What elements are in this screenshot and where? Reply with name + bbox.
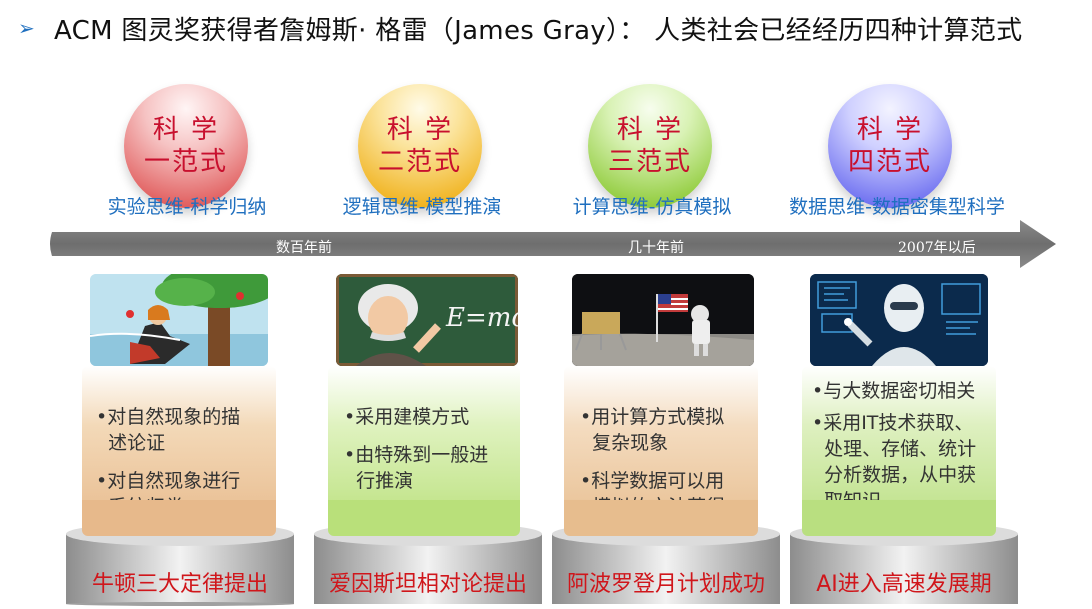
paradigm-4-bullet-2: •采用IT技术获取、 处理、存储、统计 分析数据，从中获 取知识 <box>812 412 977 512</box>
paradigm-3-panel-base <box>564 500 758 536</box>
title-row: ➢ ACM 图灵奖获得者詹姆斯· 格雷（James Gray）： 人类社会已经经… <box>18 8 1088 48</box>
paradigm-2-sphere: 科 学 二范式 <box>358 84 482 208</box>
ai-robot-photo <box>810 274 988 366</box>
bullet-arrow-icon: ➢ <box>18 16 35 40</box>
paradigm-4-sphere: 科 学 四范式 <box>828 84 952 208</box>
newton-photo <box>90 274 268 366</box>
paradigm-2-milestone: 爱因斯坦相对论提出 <box>328 572 527 597</box>
paradigm-2-line2: 二范式 <box>377 147 462 177</box>
paradigm-1-milestone: 牛顿三大定律提出 <box>91 572 268 597</box>
paradigm-1-line1: 科 学 <box>152 115 220 145</box>
page-title: ACM 图灵奖获得者詹姆斯· 格雷（James Gray）： 人类社会已经经历四… <box>54 15 1023 46</box>
paradigm-3-milestone: 阿波罗登月计划成功 <box>566 572 765 597</box>
paradigm-3-line1: 科 学 <box>616 115 684 145</box>
einstein-photo: E=mc² <box>336 274 518 366</box>
formula-text: E=mc² <box>445 303 518 333</box>
paradigm-4-line1: 科 学 <box>856 115 924 145</box>
paradigm-3-mode: 计算思维-仿真模拟 <box>572 196 732 218</box>
timeline-label-3: 2007年以后 <box>898 240 976 256</box>
paradigm-1-panel-base <box>82 500 276 536</box>
moon-landing-photo <box>572 274 754 366</box>
paradigm-4-line2: 四范式 <box>847 147 932 177</box>
paradigm-4-bullet-1: •与大数据密切相关 <box>812 380 976 402</box>
paradigm-3-sphere: 科 学 三范式 <box>588 84 712 208</box>
paradigm-2-panel-base <box>328 500 520 536</box>
paradigm-4-panel-base <box>802 500 996 536</box>
paradigm-4-mode: 数据思维-数据密集型科学 <box>789 196 1005 218</box>
paradigm-2-bullets: •采用建模方式 •由特殊到一般进 行推演 <box>344 404 520 506</box>
paradigm-2-bullet-1: •采用建模方式 <box>344 406 470 428</box>
paradigm-1-mode: 实验思维-科学归纳 <box>107 196 267 218</box>
paradigm-1-bullet-1: •对自然现象的描 述论证 <box>96 406 241 454</box>
paradigm-4-milestone: AI进入高速发展期 <box>816 572 992 597</box>
paradigm-2-line1: 科 学 <box>386 115 454 145</box>
paradigm-1-sphere: 科 学 一范式 <box>124 84 248 208</box>
paradigm-2-mode: 逻辑思维-模型推演 <box>342 196 502 218</box>
paradigm-3-line2: 三范式 <box>607 147 692 177</box>
paradigm-3-bullet-1: •用计算方式模拟 复杂现象 <box>580 406 725 454</box>
paradigm-2-bullet-2: •由特殊到一般进 行推演 <box>344 444 489 492</box>
timeline-label-1: 数百年前 <box>276 240 332 256</box>
timeline-label-2: 几十年前 <box>628 240 684 256</box>
paradigm-1-line2: 一范式 <box>143 147 228 177</box>
